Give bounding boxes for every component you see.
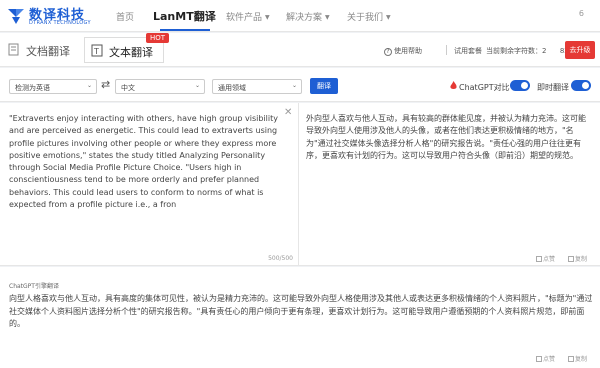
chevron-down-icon: ▼: [265, 14, 270, 21]
source-textarea[interactable]: "Extraverts enjoy interacting with other…: [9, 113, 284, 211]
swap-languages-icon[interactable]: ⇄: [101, 78, 110, 91]
chatgpt-translation-text: 向型人格喜欢与他人互动，具有高度的集体可见性，被认为是精力充沛的。这可能导致外向…: [9, 294, 593, 328]
remaining-label: 当前剩余字符数：2: [486, 47, 547, 55]
chatgpt-copy-label: 复制: [575, 356, 588, 363]
target-language-value: 中文: [121, 84, 135, 92]
brand-logo[interactable]: 数译科技 DTRANX TECHNOLOGY: [6, 4, 106, 28]
translate-button[interactable]: 翻译: [310, 78, 338, 94]
trial-plan: 试用套餐: [454, 47, 482, 55]
nav-home[interactable]: 首页: [116, 10, 134, 23]
text-icon: T: [91, 44, 103, 57]
source-panel[interactable]: "Extraverts enjoy interacting with other…: [0, 103, 299, 266]
nav-about[interactable]: 关于我们 ▼: [347, 10, 391, 23]
source-language-select[interactable]: 检测为英语 ⌄: [9, 79, 97, 94]
divider: [446, 45, 447, 55]
chatgpt-compare-toggle[interactable]: [510, 80, 530, 91]
char-counter: 500/500: [268, 255, 293, 262]
chatgpt-like-button[interactable]: 点赞: [536, 354, 555, 363]
help-link[interactable]: ? 使用帮助: [384, 46, 422, 56]
close-icon[interactable]: ✕: [284, 107, 292, 118]
copy-label: 复制: [575, 256, 588, 263]
chatgpt-engine-label: ChatGPT引擎翻译: [9, 283, 59, 290]
nav-software-products[interactable]: 软件产品 ▼: [226, 10, 270, 23]
nav-active-indicator: [160, 29, 210, 31]
copy-icon: [568, 256, 574, 262]
target-language-select[interactable]: 中文 ⌄: [115, 79, 205, 94]
thumbs-up-icon: [536, 356, 542, 362]
remaining-chars: 当前剩余字符数：2 82: [486, 46, 569, 56]
copy-button[interactable]: 复制: [568, 254, 587, 263]
user-id: 6: [578, 9, 584, 18]
nav-about-label: 关于我们: [347, 13, 384, 23]
document-icon: [8, 43, 19, 56]
nav-solutions-label: 解决方案: [286, 13, 323, 23]
chatgpt-like-label: 点赞: [543, 356, 556, 363]
chevron-down-icon: ▼: [325, 14, 330, 21]
nav-lanmt[interactable]: LanMT翻译: [153, 8, 216, 24]
instant-translate-label: 即时翻译: [537, 83, 569, 92]
chevron-down-icon: ⌄: [291, 82, 297, 89]
upgrade-button[interactable]: 去升级: [565, 41, 595, 59]
chevron-down-icon: ⌄: [194, 82, 200, 89]
chevron-down-icon: ▼: [386, 14, 391, 21]
translation-controls: 检测为英语 ⌄ ⇄ 中文 ⌄ 通用领域 ⌄ 翻译 ChatGPT对比 即时翻译: [0, 68, 600, 102]
fire-icon: [450, 81, 457, 89]
like-button[interactable]: 点赞: [536, 254, 555, 263]
svg-text:T: T: [93, 47, 99, 56]
translation-panels: "Extraverts enjoy interacting with other…: [0, 103, 600, 266]
nav-solutions[interactable]: 解决方案 ▼: [286, 10, 330, 23]
copy-icon: [568, 356, 574, 362]
domain-value: 通用领域: [218, 84, 246, 92]
like-label: 点赞: [543, 256, 556, 263]
mode-bar: 文档翻译 T 文本翻译 HOT ?使用帮助 试用套餐 当前剩余字符数：2 82 …: [0, 33, 600, 67]
target-text: 外向型人喜欢与他人互动，具有较高的群体能见度，并被认为精力充沛。这可能导致外向型…: [306, 114, 586, 160]
help-label: 使用帮助: [394, 47, 422, 55]
nav-software-products-label: 软件产品: [226, 13, 263, 23]
question-icon: ?: [384, 48, 392, 56]
chevron-down-icon: ⌄: [86, 82, 92, 89]
thumbs-up-icon: [536, 256, 542, 262]
tab-document-translate[interactable]: 文档翻译: [2, 37, 80, 63]
logo-subtext: DTRANX TECHNOLOGY: [29, 20, 91, 26]
source-language-value: 检测为英语: [15, 84, 50, 92]
chatgpt-compare-label: ChatGPT对比: [459, 83, 510, 92]
logo-mark-icon: [8, 9, 24, 24]
instant-translate-toggle[interactable]: [571, 80, 591, 91]
tab-text-label: 文本翻译: [109, 46, 153, 59]
chatgpt-panel: ChatGPT引擎翻译 向型人格喜欢与他人互动，具有高度的集体可见性，被认为是精…: [0, 267, 600, 368]
tab-document-label: 文档翻译: [26, 45, 70, 58]
chatgpt-copy-button[interactable]: 复制: [568, 354, 587, 363]
hot-badge: HOT: [146, 33, 170, 43]
user-account[interactable]: 6: [516, 6, 588, 24]
domain-select[interactable]: 通用领域 ⌄: [212, 79, 302, 94]
top-navbar: 数译科技 DTRANX TECHNOLOGY 首页 LanMT翻译 软件产品 ▼ …: [0, 0, 600, 32]
